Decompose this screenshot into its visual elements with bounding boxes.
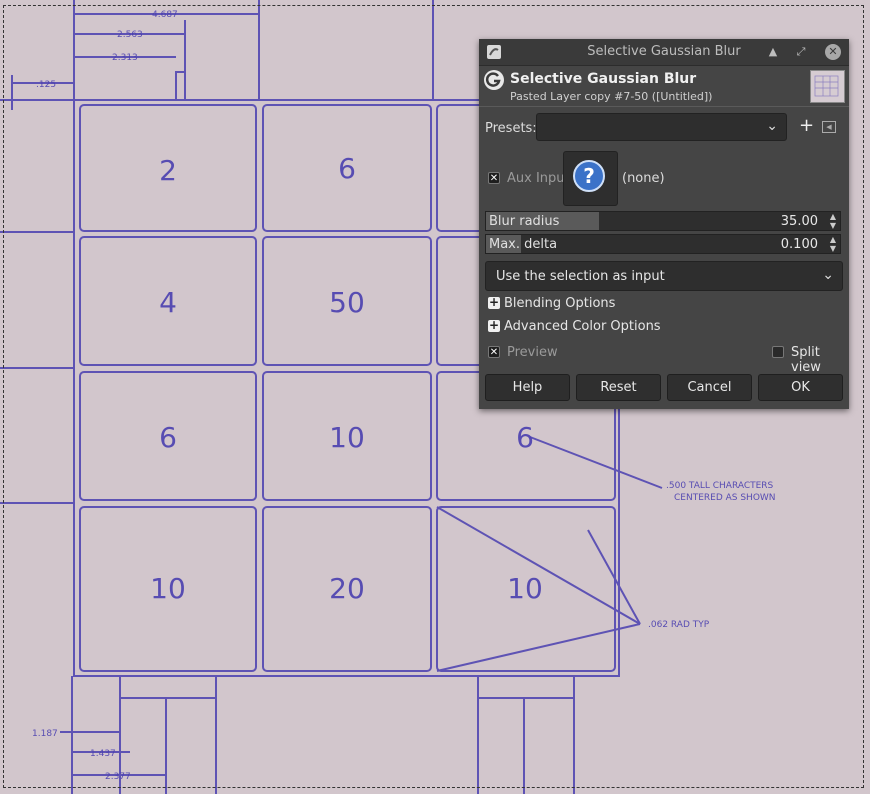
aux-input-label: Aux Input bbox=[507, 171, 570, 186]
gimp-window-icon bbox=[487, 45, 501, 59]
spin-arrows-icon[interactable]: ▲ ▼ bbox=[830, 212, 836, 230]
cell-number: 10 bbox=[150, 572, 186, 605]
help-button[interactable]: Help bbox=[485, 374, 570, 401]
expand-plus-icon[interactable]: + bbox=[488, 296, 500, 309]
spin-arrows-icon[interactable]: ▲ ▼ bbox=[830, 235, 836, 253]
split-view-checkbox[interactable] bbox=[772, 346, 784, 358]
preview-label: Preview bbox=[507, 345, 558, 360]
dim-label: 2.377 bbox=[105, 772, 131, 782]
preset-menu-icon[interactable]: ◀ bbox=[822, 121, 836, 133]
dialog-title: Selective Gaussian Blur bbox=[510, 71, 697, 87]
minimize-icon[interactable]: ▲ bbox=[765, 44, 781, 60]
presets-dropdown[interactable]: ⌄ bbox=[536, 113, 787, 141]
max-delta-spinscale[interactable]: Max. delta 0.100 ▲ ▼ bbox=[485, 234, 841, 254]
split-view-label: Split view bbox=[791, 345, 821, 375]
advanced-color-options-expander[interactable]: Advanced Color Options bbox=[504, 319, 661, 334]
cell-number: 2 bbox=[159, 154, 177, 187]
cell-number: 4 bbox=[159, 286, 177, 319]
cell-number: 6 bbox=[159, 421, 177, 454]
gegl-icon bbox=[484, 70, 504, 90]
cell-number: 50 bbox=[329, 286, 365, 319]
layer-thumbnail bbox=[810, 70, 845, 103]
dim-label: 2.313 bbox=[112, 53, 138, 63]
reset-button[interactable]: Reset bbox=[576, 374, 661, 401]
aux-input-value: (none) bbox=[622, 171, 665, 186]
note-text: CENTERED AS SHOWN bbox=[674, 493, 776, 503]
cell-number: 10 bbox=[329, 421, 365, 454]
dim-label: 2.563 bbox=[117, 30, 143, 40]
blur-radius-label: Blur radius bbox=[489, 214, 560, 229]
dim-label: 1.437 bbox=[90, 749, 116, 759]
selective-gaussian-blur-dialog: Selective Gaussian Blur ▲ ⤢ ✕ Selective … bbox=[479, 39, 849, 409]
cell-number: 6 bbox=[338, 152, 356, 185]
note-text: .500 TALL CHARACTERS bbox=[666, 481, 774, 491]
aux-input-picker-button[interactable]: ? bbox=[563, 151, 618, 206]
blur-radius-value: 35.00 bbox=[780, 214, 818, 229]
dialog-header: Selective Gaussian Blur Pasted Layer cop… bbox=[479, 66, 849, 107]
chevron-down-icon: ⌄ bbox=[822, 267, 834, 283]
add-preset-icon[interactable]: + bbox=[799, 117, 814, 135]
cell-number: 10 bbox=[507, 572, 543, 605]
blending-options-expander[interactable]: Blending Options bbox=[504, 296, 615, 311]
presets-label: Presets: bbox=[485, 121, 537, 136]
aux-input-checkbox[interactable]: ✕ bbox=[488, 172, 500, 184]
selection-mode-dropdown[interactable]: Use the selection as input ⌄ bbox=[485, 261, 843, 291]
dim-label: .125 bbox=[36, 80, 56, 90]
blur-radius-spinscale[interactable]: Blur radius 35.00 ▲ ▼ bbox=[485, 211, 841, 231]
close-icon[interactable]: ✕ bbox=[825, 44, 841, 60]
chevron-down-icon: ⌄ bbox=[766, 118, 778, 134]
restore-icon[interactable]: ⤢ bbox=[793, 44, 809, 60]
ok-button[interactable]: OK bbox=[758, 374, 843, 401]
dialog-subtitle: Pasted Layer copy #7-50 ([Untitled]) bbox=[510, 90, 713, 103]
preview-checkbox[interactable]: ✕ bbox=[488, 346, 500, 358]
max-delta-value: 0.100 bbox=[780, 237, 818, 252]
question-icon: ? bbox=[573, 160, 605, 192]
cancel-button[interactable]: Cancel bbox=[667, 374, 752, 401]
window-title: Selective Gaussian Blur bbox=[587, 44, 741, 59]
cell-number: 20 bbox=[329, 572, 365, 605]
dim-label: 4.687 bbox=[152, 10, 178, 20]
note-text: .062 RAD TYP bbox=[648, 620, 710, 630]
max-delta-label: Max. delta bbox=[489, 237, 558, 252]
expand-plus-icon[interactable]: + bbox=[488, 319, 500, 332]
dim-label: 1.187 bbox=[32, 729, 58, 739]
selection-mode-value: Use the selection as input bbox=[496, 269, 665, 284]
cell-number: 6 bbox=[516, 421, 534, 454]
window-titlebar[interactable]: Selective Gaussian Blur ▲ ⤢ ✕ bbox=[479, 39, 849, 66]
